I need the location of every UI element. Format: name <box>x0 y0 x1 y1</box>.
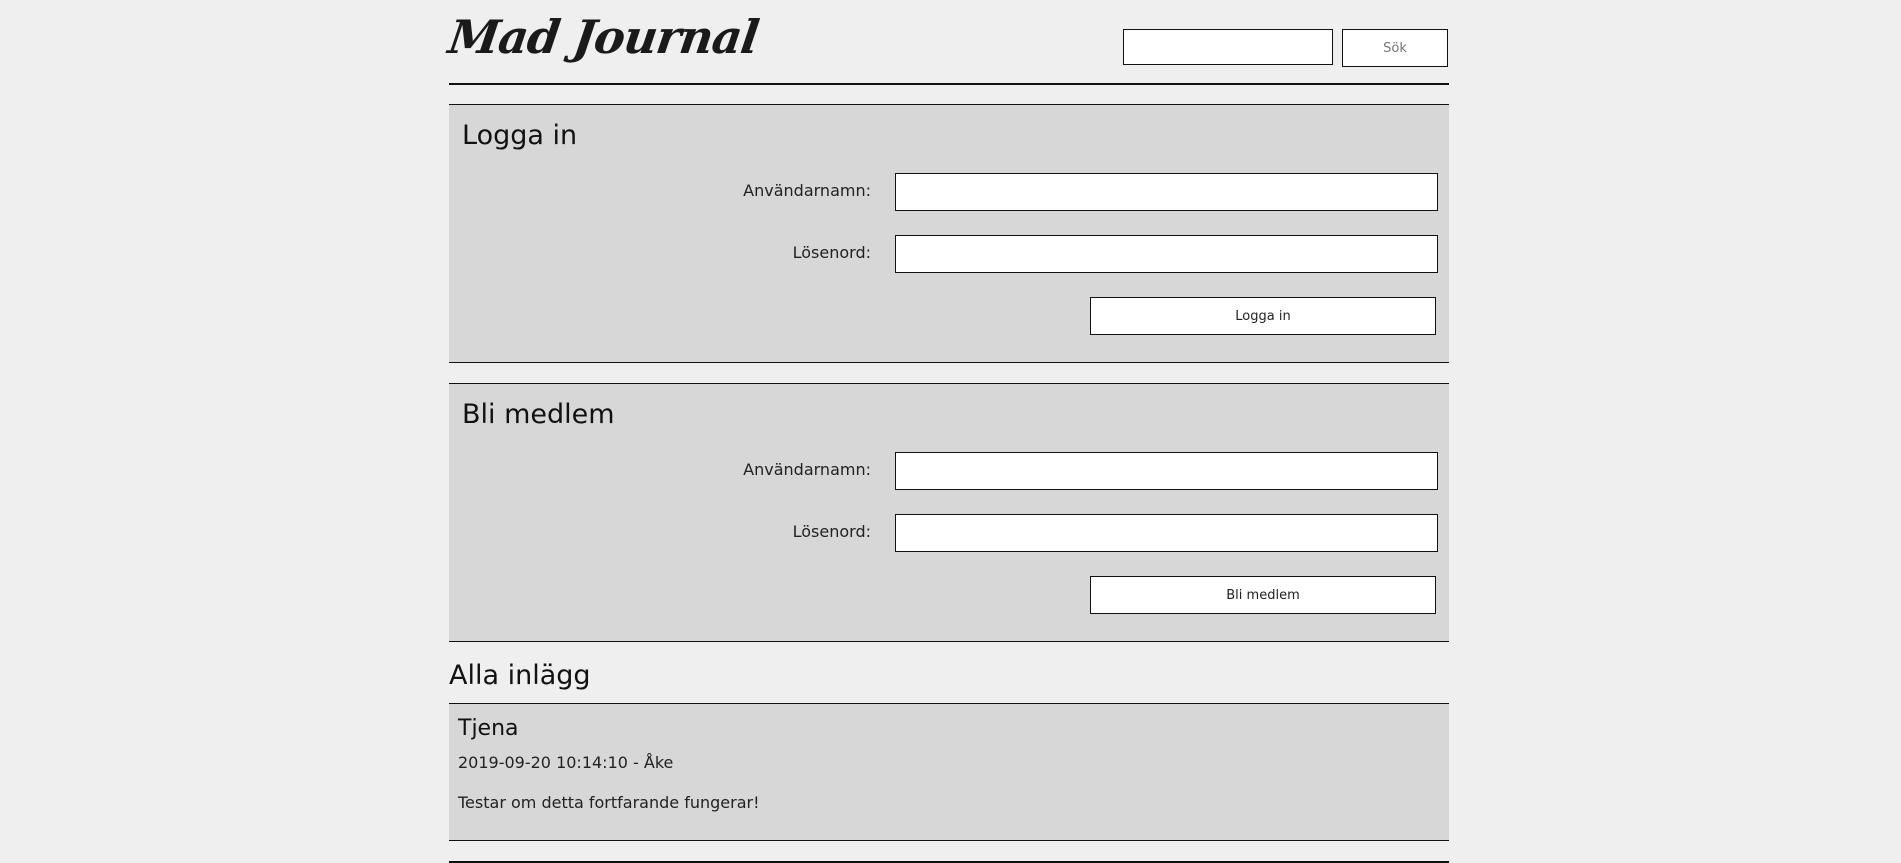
login-panel: Logga in Användarnamn: Lösenord: Logga i… <box>449 104 1449 363</box>
register-panel: Bli medlem Användarnamn: Lösenord: Bli m… <box>449 383 1449 642</box>
post-meta: 2019-09-20 10:14:10 - Åke <box>458 753 674 772</box>
posts-section-title: Alla inlägg <box>449 660 591 691</box>
register-username-input[interactable] <box>895 452 1438 490</box>
register-password-input[interactable] <box>895 514 1438 552</box>
page-container: Mad Journal Sök Logga in Användarnamn: L… <box>445 0 1449 863</box>
register-title: Bli medlem <box>462 399 615 430</box>
site-logo[interactable]: Mad Journal <box>445 10 761 64</box>
register-username-label: Användarnamn: <box>743 460 871 479</box>
login-username-input[interactable] <box>895 173 1438 211</box>
register-password-label: Lösenord: <box>792 522 871 541</box>
login-password-input[interactable] <box>895 235 1438 273</box>
register-button[interactable]: Bli medlem <box>1090 576 1436 614</box>
login-title: Logga in <box>462 120 578 151</box>
login-password-label: Lösenord: <box>792 243 871 262</box>
site-header: Mad Journal Sök <box>445 0 1449 85</box>
post-title[interactable]: Tjena <box>458 718 519 740</box>
search-button[interactable]: Sök <box>1342 29 1448 67</box>
post-item: Tjena 2019-09-20 10:14:10 - Åke Testar o… <box>449 703 1449 841</box>
search-input[interactable] <box>1123 29 1333 65</box>
post-body: Testar om detta fortfarande fungerar! <box>458 793 760 812</box>
login-username-label: Användarnamn: <box>743 181 871 200</box>
login-button[interactable]: Logga in <box>1090 297 1436 335</box>
